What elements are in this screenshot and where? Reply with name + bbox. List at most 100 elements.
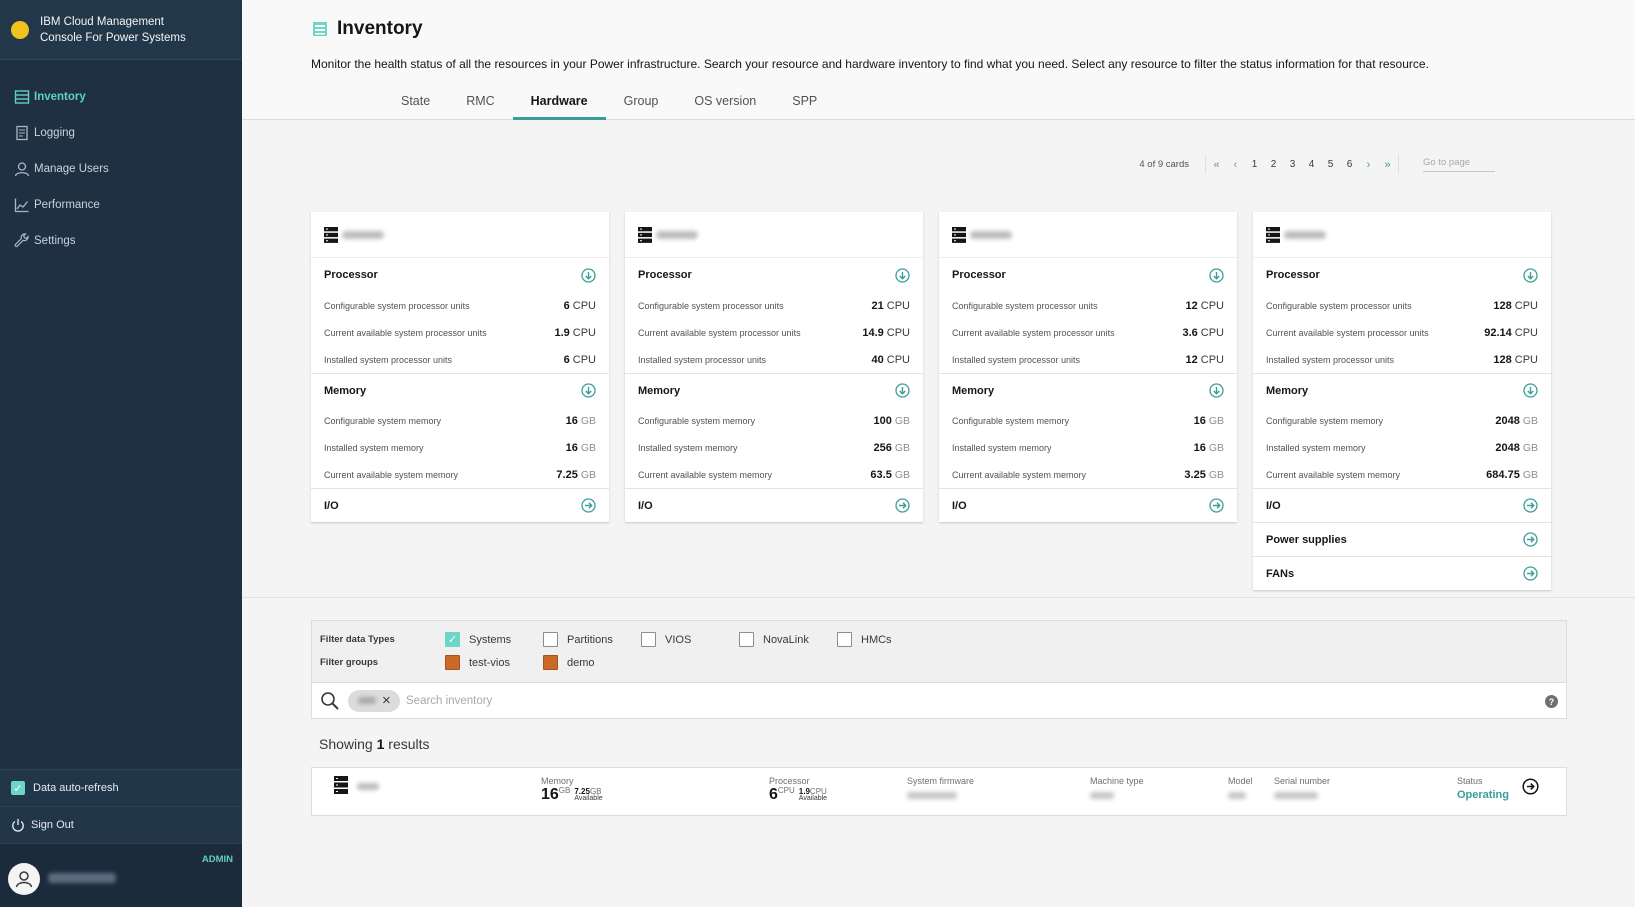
first-page-icon[interactable]: « (1207, 155, 1226, 174)
checkbox-checked-icon[interactable]: ✓ (11, 781, 25, 795)
arrow-down-circle-icon[interactable] (1523, 383, 1538, 398)
metric-unit: CPU (572, 326, 596, 339)
filter-partitions[interactable]: Partitions (543, 632, 641, 647)
memory-section-header[interactable]: Memory (939, 373, 1237, 407)
hardware-card[interactable]: Processor Configurable system processor u… (625, 212, 923, 522)
io-section-header[interactable]: I/O (1253, 488, 1551, 522)
auto-refresh-toggle[interactable]: ✓ Data auto-refresh (0, 769, 242, 806)
page-button[interactable]: 5 (1321, 155, 1340, 174)
processor-section-header[interactable]: Processor (311, 258, 609, 292)
user-profile[interactable]: ADMIN (0, 843, 242, 907)
hardware-card[interactable]: Processor Configurable system processor u… (311, 212, 609, 522)
filter-systems[interactable]: ✓ Systems (445, 632, 543, 647)
memory-section-header[interactable]: Memory (311, 373, 609, 407)
arrow-right-circle-icon[interactable] (1523, 566, 1538, 581)
page-button[interactable]: 2 (1264, 155, 1283, 174)
arrow-right-circle-icon[interactable] (1522, 778, 1539, 795)
metric-value: 6 (563, 353, 570, 366)
arrow-down-circle-icon[interactable] (895, 267, 910, 283)
sidebar-item-settings[interactable]: Settings (0, 223, 242, 259)
role-badge: ADMIN (201, 854, 233, 865)
group-color-swatch[interactable] (543, 655, 558, 670)
card-header[interactable] (1253, 212, 1551, 258)
arrow-down-circle-icon[interactable] (1523, 267, 1538, 283)
filter-hmcs[interactable]: HMCs (837, 632, 935, 647)
go-to-page-input[interactable]: Go to page (1423, 157, 1495, 172)
processor-section-header[interactable]: Processor (1253, 258, 1551, 292)
metric-unit: GB (1522, 414, 1538, 427)
arrow-right-circle-icon[interactable] (581, 498, 596, 513)
metric-label: Current available system memory (324, 469, 459, 480)
hardware-card[interactable]: Processor Configurable system processor u… (939, 212, 1237, 522)
tab-state[interactable]: State (383, 86, 448, 120)
arrow-down-circle-icon[interactable] (581, 383, 596, 398)
metric-unit: CPU (1514, 353, 1538, 366)
table-row[interactable]: Memory 16 GB 7.25GB Available Processor … (311, 767, 1567, 816)
next-page-icon[interactable]: › (1359, 155, 1378, 174)
search-input[interactable]: Search inventory (406, 695, 492, 707)
page-button[interactable]: 4 (1302, 155, 1321, 174)
last-page-icon[interactable]: » (1378, 155, 1397, 174)
processor-section-header[interactable]: Processor (939, 258, 1237, 292)
metric-value-wrap: 256 GB (873, 442, 910, 454)
hardware-panel: 4 of 9 cards « ‹ 1 2 3 4 5 6 › » Go to p… (242, 120, 1635, 598)
memory-section-header[interactable]: Memory (1253, 373, 1551, 407)
arrow-right-circle-icon[interactable] (1209, 498, 1224, 513)
page-button[interactable]: 1 (1245, 155, 1264, 174)
fans-section-header[interactable]: FANs (1253, 556, 1551, 590)
metric-value-wrap: 21 CPU (872, 300, 910, 312)
filter-vios[interactable]: VIOS (641, 632, 739, 647)
metric-value: 7.25 (556, 468, 578, 481)
close-icon[interactable]: × (382, 693, 391, 708)
filter-novalink[interactable]: NovaLink (739, 632, 837, 647)
sign-out-button[interactable]: Sign Out (0, 806, 242, 843)
results-number: 1 (376, 736, 385, 752)
hardware-card[interactable]: Processor Configurable system processor u… (1253, 212, 1551, 590)
card-header[interactable] (311, 212, 609, 258)
arrow-right-circle-icon[interactable] (1523, 532, 1538, 547)
sidebar-item-manage-users[interactable]: Manage Users (0, 151, 242, 187)
arrow-down-circle-icon[interactable] (895, 383, 910, 398)
tab-hardware[interactable]: Hardware (512, 86, 606, 120)
page-button[interactable]: 6 (1340, 155, 1359, 174)
machine-type-label: Machine type (1090, 776, 1144, 786)
help-icon[interactable]: ? (1545, 695, 1558, 708)
card-header[interactable] (939, 212, 1237, 258)
page-button[interactable]: 3 (1283, 155, 1302, 174)
tab-rmc[interactable]: RMC (448, 86, 512, 120)
sidebar-item-inventory[interactable]: Inventory (0, 79, 242, 115)
arrow-right-circle-icon[interactable] (1523, 498, 1538, 513)
avatar[interactable] (8, 863, 40, 895)
card-header[interactable] (625, 212, 923, 258)
arrow-down-circle-icon[interactable] (1209, 383, 1224, 398)
filter-group-test-vios[interactable]: test-vios (445, 655, 543, 670)
io-section-header[interactable]: I/O (939, 488, 1237, 522)
tab-os-version[interactable]: OS version (676, 86, 774, 120)
group-color-swatch[interactable] (445, 655, 460, 670)
processor-section-header[interactable]: Processor (625, 258, 923, 292)
sidebar-item-logging[interactable]: Logging (0, 115, 242, 151)
checkbox[interactable] (543, 632, 558, 647)
tab-group[interactable]: Group (606, 86, 677, 120)
io-section-header[interactable]: I/O (625, 488, 923, 522)
metric-value: 14.9 (862, 326, 884, 339)
checkbox[interactable] (739, 632, 754, 647)
memory-total-unit: GB (558, 786, 571, 795)
metric-label: Configurable system processor units (952, 300, 1098, 311)
checkbox[interactable] (837, 632, 852, 647)
memory-section-header[interactable]: Memory (625, 373, 923, 407)
tab-spp[interactable]: SPP (774, 86, 835, 120)
search-tag-chip[interactable]: × (348, 689, 400, 712)
prev-page-icon[interactable]: ‹ (1226, 155, 1245, 174)
io-section-header[interactable]: I/O (311, 488, 609, 522)
brand[interactable]: IBM Cloud Management Console For Power S… (0, 0, 242, 60)
checkbox-checked-icon[interactable]: ✓ (445, 632, 460, 647)
filter-group-demo[interactable]: demo (543, 655, 641, 670)
checkbox[interactable] (641, 632, 656, 647)
arrow-down-circle-icon[interactable] (1209, 267, 1224, 283)
processor-label: Processor (769, 776, 810, 786)
arrow-down-circle-icon[interactable] (581, 267, 596, 283)
sidebar-item-performance[interactable]: Performance (0, 187, 242, 223)
power-supplies-section-header[interactable]: Power supplies (1253, 522, 1551, 556)
arrow-right-circle-icon[interactable] (895, 498, 910, 513)
